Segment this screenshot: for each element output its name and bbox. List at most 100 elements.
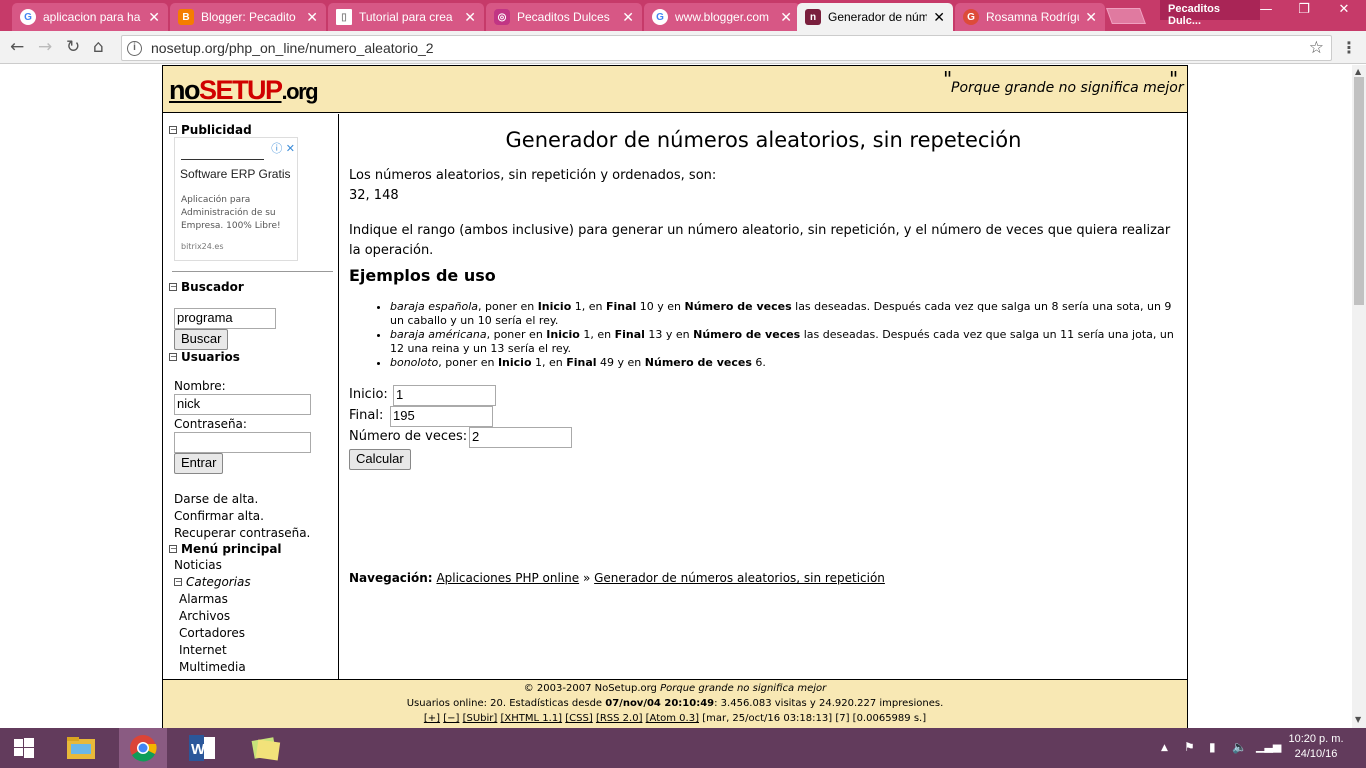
footer-link[interactable]: [XHTML 1.1]	[501, 713, 563, 724]
start-button[interactable]	[0, 728, 48, 768]
section-title: Usuarios	[181, 350, 240, 364]
reload-icon[interactable]: ↻	[66, 37, 80, 57]
breadcrumb-link-generador[interactable]: Generador de números aleatorios, sin rep…	[594, 571, 885, 585]
site-logo[interactable]: noSETUP.org	[169, 75, 319, 107]
volume-icon[interactable]: 🔈	[1232, 740, 1247, 754]
calcular-button[interactable]: Calcular	[349, 449, 411, 470]
google-plus-icon: G	[963, 9, 979, 25]
tab-3[interactable]: ▯ Tutorial para crea ✕	[328, 3, 484, 31]
section-title: Publicidad	[181, 123, 252, 137]
login-button[interactable]: Entrar	[174, 453, 224, 474]
show-hidden-icons-icon[interactable]: ▲	[1161, 743, 1168, 753]
url-text: nosetup.org/php_on_line/numero_aleatorio…	[151, 40, 434, 56]
ad-title[interactable]: Software ERP Gratis	[180, 167, 290, 181]
word-button[interactable]: W	[178, 728, 226, 768]
main-content: Generador de números aleatorios, sin rep…	[340, 114, 1187, 679]
battery-icon[interactable]: ▮	[1209, 740, 1216, 754]
category-link[interactable]: Cortadores	[179, 626, 245, 640]
category-link[interactable]: Multimedia	[179, 660, 246, 674]
recover-password-link[interactable]: Recuperar contraseña.	[174, 526, 310, 540]
close-icon[interactable]: ✕	[780, 9, 792, 26]
footer-link[interactable]: [RSS 2.0]	[596, 713, 643, 724]
windows-icon	[14, 738, 34, 758]
search-button[interactable]: Buscar	[174, 329, 229, 350]
back-icon[interactable]: ←	[10, 37, 24, 57]
footer-link[interactable]: [−]	[443, 713, 459, 724]
wifi-icon[interactable]: ▁▃▅	[1256, 740, 1281, 753]
section-title: Categorias	[186, 575, 251, 589]
collapse-icon[interactable]: −	[169, 545, 177, 553]
info-icon[interactable]: i	[127, 40, 142, 56]
tab-4[interactable]: ◎ Pecaditos Dulces ✕	[486, 3, 642, 31]
final-label: Final:	[349, 408, 384, 423]
category-link[interactable]: Alarmas	[179, 592, 228, 606]
tab-7[interactable]: G Rosamna Rodrígu ✕	[955, 3, 1105, 31]
list-item: bonoloto, poner en Inicio 1, en Final 49…	[390, 356, 1180, 370]
restore-icon[interactable]: ❐	[1284, 0, 1324, 20]
file-explorer-button[interactable]	[57, 728, 105, 768]
scroll-up-icon[interactable]: ▲	[1355, 67, 1361, 76]
username-field[interactable]: nick	[174, 394, 311, 415]
close-icon[interactable]: ✕	[933, 9, 945, 26]
password-field[interactable]	[174, 432, 311, 453]
register-link[interactable]: Darse de alta.	[174, 492, 258, 506]
breadcrumb: Navegación: Aplicaciones PHP online » Ge…	[349, 571, 885, 585]
close-window-icon[interactable]: ✕	[1324, 0, 1364, 20]
scroll-down-icon[interactable]: ▼	[1355, 715, 1361, 724]
section-menu-principal[interactable]: − Menú principal	[169, 542, 282, 556]
vertical-scrollbar[interactable]: ▲ ▼	[1352, 65, 1366, 728]
chrome-icon	[130, 735, 157, 762]
tab-1[interactable]: G aplicacion para ha ✕	[12, 3, 168, 31]
home-icon[interactable]: ⌂	[93, 37, 104, 57]
system-clock[interactable]: 10:20 p. m. 24/10/16	[1282, 732, 1350, 762]
breadcrumb-link-aplicaciones[interactable]: Aplicaciones PHP online	[436, 571, 579, 585]
logo-no: no	[169, 75, 201, 105]
ad-banner[interactable]: ⓘ ✕ Software ERP Gratis Aplicación para …	[174, 137, 298, 261]
footer-link[interactable]: [Atom 0.3]	[646, 713, 699, 724]
section-publicidad[interactable]: − Publicidad	[169, 123, 252, 137]
tab-6-active[interactable]: n Generador de núm ✕	[797, 3, 953, 31]
result-value: 32, 148	[349, 188, 399, 203]
tab-title: Pecaditos Dulces	[517, 10, 610, 24]
close-icon[interactable]: ✕	[148, 9, 160, 26]
close-icon[interactable]: ✕	[306, 9, 318, 26]
footer-tail: [mar, 25/oct/16 03:18:13] [7] [0.0065989…	[702, 713, 927, 724]
veces-input[interactable]: 2	[469, 427, 572, 448]
flag-icon[interactable]: ⚑	[1184, 740, 1195, 754]
category-link[interactable]: Internet	[179, 643, 227, 657]
profile-button[interactable]: Pecaditos Dulc...	[1160, 0, 1260, 27]
forward-icon[interactable]: →	[38, 37, 52, 57]
close-icon[interactable]: ✕	[622, 9, 634, 26]
inicio-input[interactable]: 1	[393, 385, 496, 406]
menu-icon[interactable]: ⋮	[1341, 38, 1357, 57]
footer-link[interactable]: [+]	[424, 713, 440, 724]
menu-noticias[interactable]: Noticias	[174, 558, 222, 572]
search-input[interactable]: programa	[174, 308, 276, 329]
menu-categorias[interactable]: − Categorias	[174, 575, 251, 589]
collapse-icon[interactable]: −	[169, 283, 177, 291]
section-buscador[interactable]: − Buscador	[169, 280, 244, 294]
chrome-button[interactable]	[119, 728, 167, 768]
footer-link[interactable]: [CSS]	[565, 713, 592, 724]
adchoices-icon[interactable]: ⓘ ✕	[271, 140, 295, 156]
bookmark-star-icon[interactable]: ☆	[1309, 38, 1324, 58]
sticky-notes-button[interactable]	[242, 728, 290, 768]
address-bar[interactable]: i nosetup.org/php_on_line/numero_aleator…	[121, 35, 1332, 61]
close-icon[interactable]: ✕	[464, 9, 476, 26]
collapse-icon[interactable]: −	[174, 578, 182, 586]
category-link[interactable]: Archivos	[179, 609, 230, 623]
footer-link[interactable]: [SUbir]	[463, 713, 498, 724]
collapse-icon[interactable]: −	[169, 353, 177, 361]
collapse-icon[interactable]: −	[169, 126, 177, 134]
close-icon[interactable]: ✕	[1085, 9, 1097, 26]
section-usuarios[interactable]: − Usuarios	[169, 350, 240, 364]
clock-date: 24/10/16	[1294, 748, 1338, 760]
tab-2[interactable]: B Blogger: Pecadito ✕	[170, 3, 326, 31]
new-tab-button[interactable]	[1106, 8, 1146, 24]
final-input[interactable]: 195	[390, 406, 493, 427]
site-footer: © 2003-2007 NoSetup.org Porque grande no…	[163, 679, 1187, 728]
tab-5[interactable]: G www.blogger.com ✕	[644, 3, 800, 31]
scrollbar-thumb[interactable]	[1354, 77, 1364, 305]
confirm-link[interactable]: Confirmar alta.	[174, 509, 264, 523]
minimize-icon[interactable]: —	[1246, 0, 1286, 20]
